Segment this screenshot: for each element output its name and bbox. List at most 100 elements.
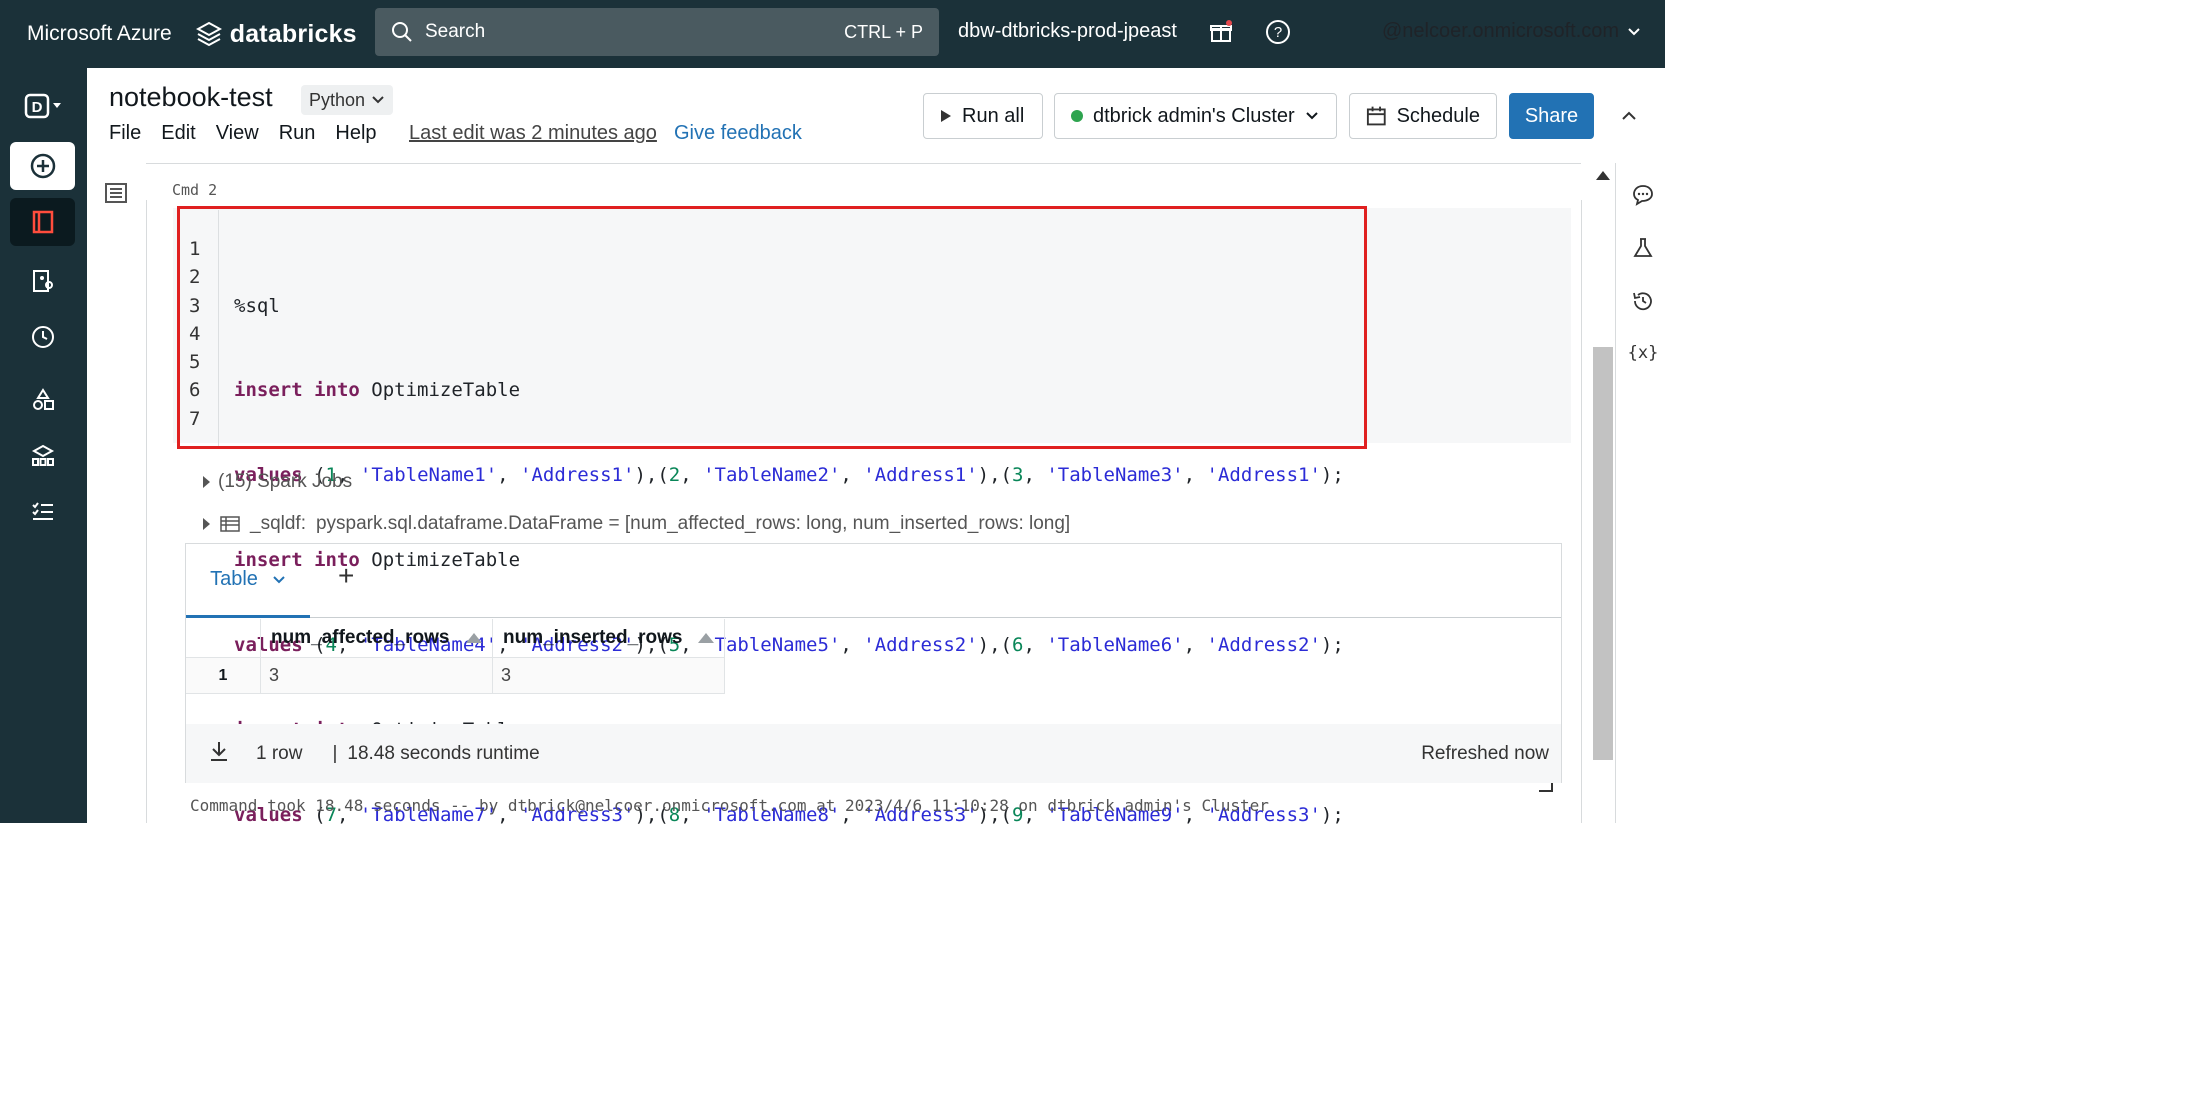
chevron-down-icon xyxy=(1628,27,1640,35)
spark-jobs-label: (15) Spark Jobs xyxy=(218,471,353,492)
right-rail xyxy=(1615,163,1665,823)
dataframe-table-icon xyxy=(220,516,240,532)
language-label: Python xyxy=(309,89,366,110)
plus-circle-icon xyxy=(30,153,55,179)
table-of-contents-icon[interactable] xyxy=(104,181,128,210)
chevron-down-icon xyxy=(372,96,384,104)
download-icon[interactable] xyxy=(208,740,230,768)
search-icon xyxy=(392,22,412,42)
cluster-icon xyxy=(31,444,54,466)
comments-icon[interactable] xyxy=(1630,182,1656,208)
workspace-name[interactable]: dbw-dtbricks-prod-jpeast xyxy=(958,20,1177,43)
play-icon xyxy=(941,110,951,122)
workflows-list-icon xyxy=(31,502,53,520)
search-box[interactable]: Search CTRL + P xyxy=(375,8,939,56)
databricks-wordmark: databricks xyxy=(229,19,357,48)
menu-run[interactable]: Run xyxy=(279,122,316,145)
notebook-menu: File Edit View Run Help xyxy=(109,122,377,145)
left-sidebar: D xyxy=(0,68,87,823)
sort-icon[interactable] xyxy=(466,633,482,643)
expand-triangle-icon xyxy=(203,518,210,530)
history-icon[interactable] xyxy=(1630,288,1656,314)
spark-jobs-toggle[interactable]: (15) Spark Jobs xyxy=(203,471,352,493)
sidebar-item-data[interactable] xyxy=(10,376,75,424)
language-selector[interactable]: Python xyxy=(301,85,394,115)
column-name: num_inserted_rows xyxy=(503,627,683,648)
highlight-box xyxy=(177,206,1367,449)
add-visualization-button[interactable]: + xyxy=(338,560,354,592)
sidebar-item-workflows[interactable] xyxy=(10,488,75,536)
svg-text:D: D xyxy=(31,99,42,116)
tab-table-label: Table xyxy=(210,568,258,590)
refreshed-label: Refreshed now xyxy=(1421,742,1549,764)
table-row: 1 3 3 xyxy=(186,657,725,694)
column-name: num_affected_rows xyxy=(271,627,450,648)
calendar-icon xyxy=(1366,106,1386,126)
column-header[interactable]: num_affected_rows xyxy=(261,619,493,657)
sqldf-toggle[interactable]: _sqldf: pyspark.sql.dataframe.DataFrame … xyxy=(203,513,1070,535)
user-email: @nelcoer.onmicrosoft.com xyxy=(1382,20,1620,42)
table-cell[interactable]: 3 xyxy=(261,658,493,693)
result-panel: Table + num_affected_rows num_inserted_r… xyxy=(185,543,1562,792)
schedule-label: Schedule xyxy=(1396,104,1480,127)
runtime-label: 18.48 seconds runtime xyxy=(347,742,540,764)
search-placeholder: Search xyxy=(425,21,486,42)
sqldf-name: _sqldf: xyxy=(250,513,306,534)
help-icon[interactable]: ? xyxy=(1263,17,1293,47)
schedule-button[interactable]: Schedule xyxy=(1349,93,1497,139)
run-all-button[interactable]: Run all xyxy=(923,93,1043,139)
cluster-name: dtbrick admin's Cluster xyxy=(1093,104,1295,127)
svg-text:?: ? xyxy=(1274,24,1282,41)
experiment-flask-icon[interactable] xyxy=(1630,235,1656,261)
databricks-logo[interactable]: databricks xyxy=(195,19,357,49)
scroll-up-icon[interactable] xyxy=(1596,171,1610,180)
databricks-layers-icon xyxy=(195,21,222,47)
menu-view[interactable]: View xyxy=(216,122,259,145)
column-header[interactable]: num_inserted_rows xyxy=(493,619,725,657)
workspace-switcher[interactable]: D xyxy=(10,82,75,130)
menu-edit[interactable]: Edit xyxy=(161,122,195,145)
result-footer: 1 row | 18.48 seconds runtime Refreshed … xyxy=(186,724,1561,783)
search-shortcut: CTRL + P xyxy=(844,21,923,42)
clock-icon xyxy=(31,326,54,348)
sidebar-item-recents[interactable] xyxy=(10,313,75,361)
last-edit-link[interactable]: Last edit was 2 minutes ago xyxy=(409,122,657,145)
command-took-label: Command took 18.48 seconds -- by dtbrick… xyxy=(190,796,1269,815)
workspace-d-icon: D xyxy=(24,93,61,119)
row-index: 1 xyxy=(186,658,261,693)
cluster-selector[interactable]: dtbrick admin's Cluster xyxy=(1054,93,1337,139)
cluster-status-icon xyxy=(1071,110,1083,122)
cell-top-divider xyxy=(146,163,1581,164)
shapes-icon xyxy=(32,388,54,410)
table-header: num_affected_rows num_inserted_rows xyxy=(186,619,1561,657)
notebook-icon xyxy=(32,210,53,234)
microsoft-azure-label[interactable]: Microsoft Azure xyxy=(27,22,172,46)
expand-triangle-icon xyxy=(203,476,210,488)
give-feedback-link[interactable]: Give feedback xyxy=(674,122,802,145)
tab-table[interactable]: Table xyxy=(186,544,310,618)
chevron-down-icon[interactable] xyxy=(272,573,286,587)
variables-icon[interactable]: {x} xyxy=(1628,340,1659,366)
result-tabs: Table + xyxy=(186,544,1561,618)
user-menu[interactable]: @nelcoer.onmicrosoft.com xyxy=(1382,20,1641,43)
run-all-label: Run all xyxy=(962,104,1025,127)
table-cell[interactable]: 3 xyxy=(493,658,725,693)
sidebar-item-workspace[interactable] xyxy=(10,198,75,246)
repos-icon xyxy=(32,270,53,292)
index-header xyxy=(186,619,261,657)
menu-file[interactable]: File xyxy=(109,122,141,145)
sidebar-item-repos[interactable] xyxy=(10,257,75,305)
menu-help[interactable]: Help xyxy=(335,122,376,145)
sidebar-item-compute[interactable] xyxy=(10,432,75,480)
share-button[interactable]: Share xyxy=(1509,93,1594,139)
new-button[interactable] xyxy=(10,142,75,190)
code-line: values (1, 'TableName1', 'Address1'),(2,… xyxy=(234,464,1344,487)
sqldf-type: pyspark.sql.dataframe.DataFrame = [num_a… xyxy=(315,513,1071,534)
cmd-label: Cmd 2 xyxy=(172,181,218,199)
sort-icon[interactable] xyxy=(698,633,714,643)
scrollbar-thumb[interactable] xyxy=(1593,347,1613,760)
chevron-down-icon xyxy=(1305,112,1318,120)
gift-icon[interactable] xyxy=(1206,17,1236,47)
notebook-title[interactable]: notebook-test xyxy=(109,82,273,113)
collapse-header-icon[interactable] xyxy=(1619,106,1639,126)
